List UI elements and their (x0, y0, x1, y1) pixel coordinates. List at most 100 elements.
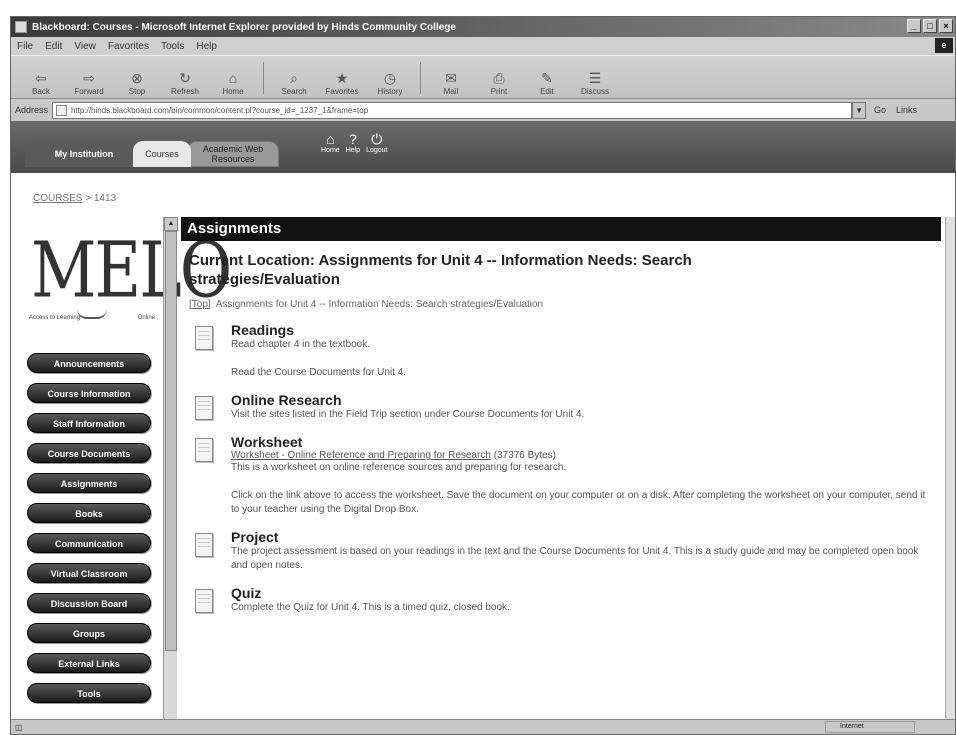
favorites-label: Favorites (325, 87, 359, 96)
breadcrumb-courses-link[interactable]: COURSES (33, 193, 82, 204)
menu-help[interactable]: Help (196, 41, 217, 52)
assignments-pane: Assignments Current Location: Assignment… (181, 217, 941, 721)
scroll-up-icon[interactable]: ▲ (164, 217, 178, 231)
item-title: Quiz (231, 585, 262, 601)
books-button[interactable]: Books (27, 503, 151, 523)
course-menu: MELO Access to Learning Online Announcem… (27, 219, 232, 703)
announcements-button[interactable]: Announcements (27, 353, 151, 373)
menu-frame-scrollbar[interactable]: ▲ (163, 217, 178, 721)
browser-toolbar: ⇦ Back ⇨ Forward ⊗ Stop ↻ Refresh ⌂ Home ⌕ Sea… (11, 55, 955, 99)
edit-label: Edit (540, 87, 554, 96)
menu-edit[interactable]: Edit (45, 41, 62, 52)
refresh-label: Refresh (170, 87, 199, 96)
back-button[interactable]: ⇦ Back (19, 58, 63, 98)
back-arrow-icon: ⇦ (35, 70, 47, 86)
logo-tagline-left: Access to Learning (29, 315, 81, 321)
discuss-button[interactable]: ☰ Discuss (573, 58, 617, 98)
tab-academic-web-resources[interactable]: Academic Web Resources (187, 141, 279, 167)
home-label: Home (222, 87, 244, 96)
item-title: Worksheet (231, 434, 303, 450)
item-title: Readings (231, 322, 295, 338)
item-description: Complete the Quiz for Unit 4. This is a … (231, 602, 510, 613)
bb-help-button[interactable]: ? Help (346, 131, 360, 154)
history-button[interactable]: ◷ History (368, 58, 412, 98)
document-icon (195, 396, 213, 420)
tab-my-institution[interactable]: My Institution (25, 141, 143, 167)
document-icon (195, 589, 213, 613)
edit-button[interactable]: ✎ Edit (525, 58, 569, 98)
go-button[interactable]: Go (874, 105, 886, 115)
address-url: http://hinds.blackboard.com/bin/common/c… (71, 105, 369, 115)
home-button[interactable]: ⌂ Home (211, 58, 255, 98)
bb-home-button[interactable]: ⌂ Home (321, 131, 340, 154)
refresh-button[interactable]: ↻ Refresh (163, 58, 207, 98)
menu-tools[interactable]: Tools (161, 41, 184, 52)
favorites-icon: ★ (335, 70, 349, 86)
blackboard-nav: My Institution Academic Web Resources Co… (11, 121, 955, 173)
menu-view[interactable]: View (74, 41, 96, 52)
toolbar-separator (263, 62, 264, 94)
course-information-button[interactable]: Course Information (27, 383, 151, 403)
close-button[interactable]: × (939, 19, 953, 33)
virtual-classroom-button[interactable]: Virtual Classroom (27, 563, 151, 583)
menu-file[interactable]: File (17, 41, 33, 52)
refresh-icon: ↻ (179, 70, 191, 86)
breadcrumb: COURSES > 1413 (33, 193, 116, 204)
page-icon (56, 104, 68, 116)
maximize-button[interactable]: □ (923, 19, 937, 33)
tab-courses[interactable]: Courses (133, 141, 191, 167)
links-button[interactable]: Links (896, 105, 917, 115)
content-frame: COURSES > 1413 MELO Access to Learning O… (11, 173, 955, 721)
mail-button[interactable]: ✉ Mail (429, 58, 473, 98)
bb-logout-button[interactable]: ⏻ Logout (366, 131, 387, 154)
current-location: Current Location: Assignments for Unit 4… (189, 252, 692, 288)
bb-home-label: Home (321, 147, 340, 154)
history-label: History (377, 87, 403, 96)
content-scrollbar[interactable] (945, 217, 955, 721)
discussion-board-button[interactable]: Discussion Board (27, 593, 151, 613)
forward-button[interactable]: ⇨ Forward (67, 58, 111, 98)
minimize-button[interactable]: _ (907, 19, 921, 33)
communication-button[interactable]: Communication (27, 533, 151, 553)
search-button[interactable]: ⌕ Search (272, 58, 316, 98)
mail-icon: ✉ (445, 70, 457, 86)
document-icon (195, 533, 213, 557)
course-documents-button[interactable]: Course Documents (27, 443, 151, 463)
title-bar: Blackboard: Courses - Microsoft Internet… (11, 17, 955, 37)
folder-path-text: Assignments for Unit 4 -- Information Ne… (215, 299, 544, 310)
stop-icon: ⊗ (131, 70, 143, 86)
stop-button[interactable]: ⊗ Stop (115, 58, 159, 98)
external-links-button[interactable]: External Links (27, 653, 151, 673)
favorites-button[interactable]: ★ Favorites (320, 58, 364, 98)
item-title: Project (231, 529, 279, 545)
scroll-thumb[interactable] (165, 231, 177, 651)
address-input[interactable]: http://hinds.blackboard.com/bin/common/c… (52, 101, 853, 119)
bb-help-label: Help (345, 147, 361, 154)
toolbar-separator (420, 62, 421, 94)
list-item: Project The project assessment is based … (181, 529, 941, 573)
discuss-label: Discuss (580, 87, 609, 96)
worksheet-attachment: Worksheet - Online Reference and Prepari… (231, 450, 941, 461)
attachment-size: (37376 Bytes) (493, 450, 556, 461)
menu-bar: File Edit View Favorites Tools Help e (11, 37, 955, 55)
groups-button[interactable]: Groups (27, 623, 151, 643)
staff-information-button[interactable]: Staff Information (27, 413, 151, 433)
page-title: Assignments (181, 217, 941, 241)
print-icon: ⎙ (493, 70, 505, 86)
back-label: Back (32, 87, 50, 96)
browser-window: Blackboard: Courses - Microsoft Internet… (10, 16, 956, 735)
home-icon: ⌂ (326, 131, 335, 147)
tools-button[interactable]: Tools (27, 683, 151, 703)
menu-favorites[interactable]: Favorites (108, 41, 149, 52)
item-description: Read chapter 4 in the textbook. (231, 339, 370, 350)
help-icon: ? (348, 131, 357, 147)
list-item: Quiz Complete the Quiz for Unit 4. This … (181, 585, 941, 615)
worksheet-link[interactable]: Worksheet - Online Reference and Prepari… (231, 450, 491, 461)
address-bar: Address http://hinds.blackboard.com/bin/… (11, 99, 955, 121)
top-link[interactable]: Top (192, 299, 208, 310)
forward-label: Forward (74, 87, 104, 96)
print-button[interactable]: ⎙ Print (477, 58, 521, 98)
status-bar: ◫ Internet (11, 719, 955, 734)
assignments-button[interactable]: Assignments (27, 473, 151, 493)
address-dropdown-button[interactable]: ▼ (852, 101, 867, 119)
